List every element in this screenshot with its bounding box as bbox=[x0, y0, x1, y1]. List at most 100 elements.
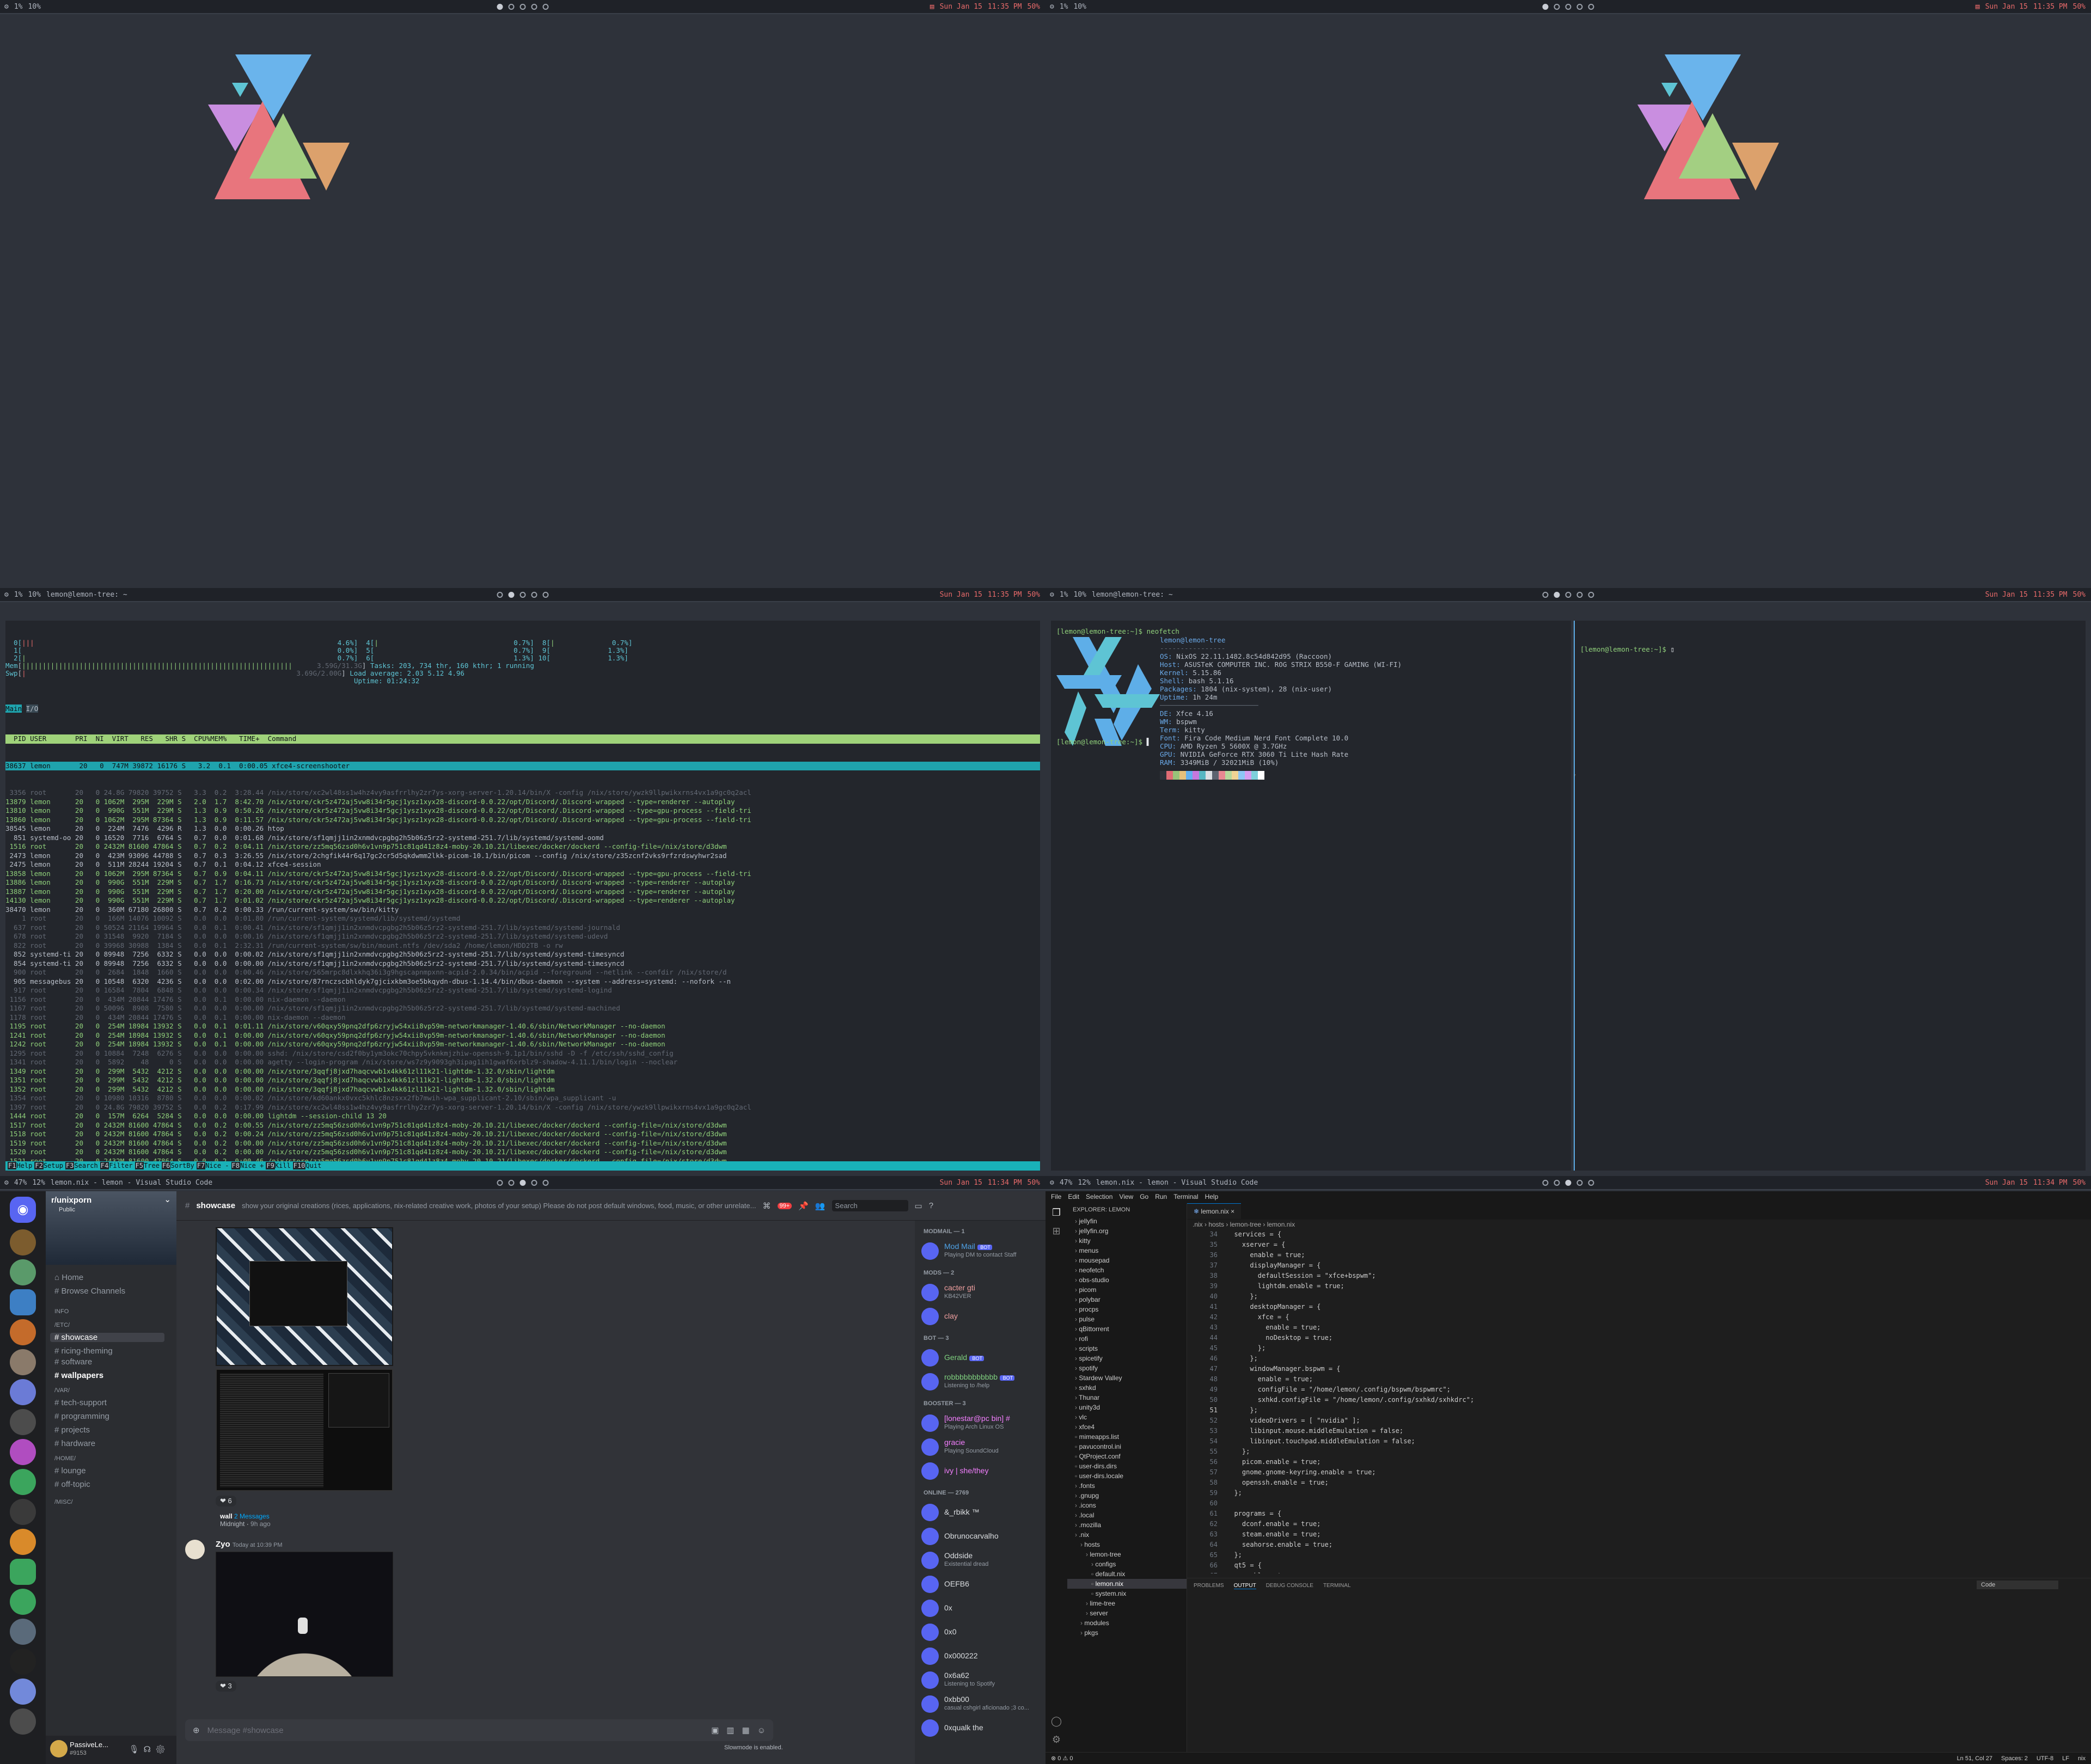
server-icon[interactable] bbox=[10, 1589, 36, 1615]
workspace-3[interactable] bbox=[519, 3, 526, 10]
process-row[interactable]: 678 root 20 0 31548 9920 7184 S 0.0 0.0 … bbox=[5, 932, 1040, 941]
code-line[interactable]: dconf.enable = true; bbox=[1226, 1520, 1321, 1528]
code-line[interactable]: }; bbox=[1226, 1293, 1257, 1300]
server-icon[interactable] bbox=[10, 1259, 36, 1285]
browse-channels[interactable]: # Browse Channels bbox=[54, 1287, 125, 1296]
home-link[interactable]: ⌂ Home bbox=[54, 1273, 83, 1282]
tree-item[interactable]: ▫ pavucontrol.ini bbox=[1067, 1442, 1187, 1451]
tree-item[interactable]: › pkgs bbox=[1067, 1628, 1187, 1638]
channel-programming[interactable]: # programming bbox=[54, 1412, 109, 1421]
code-line[interactable]: enable = true; bbox=[1226, 1324, 1320, 1331]
process-row[interactable]: 1397 root 20 0 24.8G 79820 39752 S 0.0 0… bbox=[5, 1103, 1040, 1112]
workspace-3[interactable] bbox=[519, 591, 526, 598]
process-row[interactable]: 1195 root 20 0 254M 18984 13932 S 0.0 0.… bbox=[5, 1022, 1040, 1031]
workspace-4[interactable] bbox=[1576, 3, 1583, 10]
server-banner[interactable]: r/unixporn Public ⌄ bbox=[46, 1191, 176, 1265]
process-row[interactable]: 13858 lemon 20 0 1062M 295M 87364 S 0.7 … bbox=[5, 869, 1040, 879]
fkey-tree[interactable]: F5Tree bbox=[134, 1161, 160, 1171]
tree-item[interactable]: › spotify bbox=[1067, 1363, 1187, 1373]
tree-item[interactable]: › picom bbox=[1067, 1285, 1187, 1295]
tree-item[interactable]: › lemon-tree bbox=[1067, 1549, 1187, 1559]
code-line[interactable]: libinput.touchpad.middleEmulation = fals… bbox=[1226, 1437, 1415, 1445]
code-line[interactable]: videoDrivers = [ "nvidia" ]; bbox=[1226, 1417, 1360, 1424]
workspace-2[interactable] bbox=[508, 591, 515, 598]
menu-help[interactable]: Help bbox=[1205, 1193, 1219, 1202]
menu-view[interactable]: View bbox=[1119, 1193, 1133, 1202]
fkey-setup[interactable]: F2Setup bbox=[34, 1161, 63, 1171]
menu-selection[interactable]: Selection bbox=[1086, 1193, 1112, 1202]
tree-item[interactable]: ▫ system.nix bbox=[1067, 1589, 1187, 1598]
workspace-5[interactable] bbox=[542, 3, 549, 10]
htop-window[interactable]: 0[||| 4.6%] 4[| 0.7%] 8[| 0.7%] 1[0.0%]… bbox=[5, 621, 1040, 1171]
channel-software[interactable]: # software bbox=[54, 1357, 92, 1367]
process-table-header[interactable]: PID USER PRI NI VIRT RES SHR S CPU%MEM% … bbox=[5, 734, 1040, 744]
reaction-heart[interactable]: ❤ 3 bbox=[216, 1681, 236, 1692]
process-row[interactable]: 1241 root 20 0 254M 18984 13932 S 0.0 0.… bbox=[5, 1031, 1040, 1040]
status-item[interactable]: Ln 51, Col 27 bbox=[1957, 1755, 1992, 1762]
channel-ricing-theming[interactable]: # ricing-theming bbox=[54, 1346, 113, 1356]
status-item[interactable]: Spaces: 2 bbox=[2001, 1755, 2028, 1762]
workspace-5[interactable] bbox=[1588, 1179, 1594, 1186]
menu-edit[interactable]: Edit bbox=[1068, 1193, 1079, 1202]
code-line[interactable]: qt5 = { bbox=[1226, 1561, 1262, 1569]
tree-item[interactable]: › unity3d bbox=[1067, 1402, 1187, 1412]
process-row[interactable]: 2475 lemon 20 0 511M 28244 19204 S 0.7 0… bbox=[5, 860, 1040, 869]
process-row[interactable]: 900 root 20 0 2684 1848 1660 S 0.0 0.0 0… bbox=[5, 968, 1040, 977]
problems-count[interactable]: ⊗ 0 ⚠ 0 bbox=[1051, 1755, 1073, 1762]
code-line[interactable]: openssh.enable = true; bbox=[1226, 1479, 1329, 1486]
fkey-search[interactable]: F3Search bbox=[65, 1161, 98, 1171]
tree-item[interactable]: › modules bbox=[1067, 1618, 1187, 1628]
code-line[interactable]: defaultSession = "xfce+bspwm"; bbox=[1226, 1272, 1376, 1279]
member-item[interactable]: 0x bbox=[921, 1597, 1041, 1619]
code-line[interactable]: }; bbox=[1226, 1344, 1265, 1352]
process-row[interactable]: 1242 root 20 0 254M 18984 13932 S 0.0 0.… bbox=[5, 1040, 1040, 1049]
process-row[interactable]: 13879 lemon 20 0 1062M 295M 229M S 2.0 1… bbox=[5, 798, 1040, 807]
chevron-down-icon[interactable]: ⌄ bbox=[164, 1195, 171, 1204]
process-row[interactable]: 1351 root 20 0 299M 5432 4212 S 0.0 0.0 … bbox=[5, 1076, 1040, 1085]
process-row[interactable]: 1295 root 20 0 10884 7248 6276 S 0.0 0.0… bbox=[5, 1049, 1040, 1058]
category-header[interactable]: /HOME/ bbox=[54, 1455, 76, 1462]
code-line[interactable]: desktopManager = { bbox=[1226, 1303, 1320, 1310]
avatar[interactable] bbox=[50, 1740, 68, 1757]
server-icon[interactable] bbox=[10, 1409, 36, 1435]
code-line[interactable]: noDesktop = true; bbox=[1226, 1334, 1332, 1342]
code-line[interactable]: libinput.mouse.middleEmulation = false; bbox=[1226, 1427, 1403, 1435]
process-row[interactable]: 1352 root 20 0 299M 5432 4212 S 0.0 0.0 … bbox=[5, 1085, 1040, 1094]
workspace-5[interactable] bbox=[542, 1179, 549, 1186]
workspace-4[interactable] bbox=[1576, 1179, 1583, 1186]
pin-icon[interactable]: 📌 bbox=[798, 1201, 809, 1211]
workspace-1[interactable] bbox=[1542, 591, 1549, 598]
message-input[interactable]: ⊕ Message #showcase ▣ ▥ ▦ ☺ bbox=[185, 1719, 773, 1741]
code-line[interactable]: enable = true; bbox=[1226, 1375, 1313, 1383]
gear-icon[interactable]: ⚙ bbox=[4, 1179, 9, 1187]
code-line[interactable]: sxhkd.configFile = "/home/lemon/.config/… bbox=[1226, 1396, 1474, 1404]
gif-icon[interactable]: ▥ bbox=[726, 1725, 734, 1735]
category-header[interactable]: /VAR/ bbox=[54, 1387, 70, 1394]
tree-item[interactable]: › pulse bbox=[1067, 1314, 1187, 1324]
process-row[interactable]: 1349 root 20 0 299M 5432 4212 S 0.0 0.0 … bbox=[5, 1067, 1040, 1076]
process-row[interactable]: 917 root 20 0 16584 7804 6848 S 0.0 0.0 … bbox=[5, 986, 1040, 995]
member-item[interactable]: cacter gti KB42VER bbox=[921, 1282, 1041, 1303]
member-item[interactable]: 0x6a62 Listening to Spotify bbox=[921, 1669, 1041, 1691]
code-line[interactable]: picom.enable = true; bbox=[1226, 1458, 1321, 1466]
workspace-5[interactable] bbox=[1588, 591, 1594, 598]
process-row[interactable]: 851 systemd-oo 20 0 16520 7716 6764 S 0.… bbox=[5, 834, 1040, 843]
menu-go[interactable]: Go bbox=[1140, 1193, 1148, 1202]
process-row[interactable]: 905 messagebus 20 0 10548 6320 4236 S 0.… bbox=[5, 977, 1040, 987]
status-item[interactable]: LF bbox=[2062, 1755, 2069, 1762]
member-item[interactable]: 0xqualk the bbox=[921, 1717, 1041, 1739]
server-icon[interactable] bbox=[10, 1439, 36, 1465]
tree-item[interactable]: › .nix bbox=[1067, 1530, 1187, 1540]
process-row[interactable]: 1354 root 20 0 10980 10316 8780 S 0.0 0.… bbox=[5, 1094, 1040, 1103]
member-item[interactable]: 0x0 bbox=[921, 1621, 1041, 1643]
code-line[interactable]: enable = true; bbox=[1226, 1572, 1297, 1573]
status-item[interactable]: nix bbox=[2078, 1755, 2086, 1762]
server-icon[interactable] bbox=[10, 1499, 36, 1525]
account-icon[interactable]: ◯ bbox=[1046, 1712, 1067, 1730]
server-icon[interactable] bbox=[10, 1529, 36, 1555]
workspace-2[interactable] bbox=[508, 1179, 515, 1186]
gear-icon[interactable]: ⚙ bbox=[4, 591, 9, 599]
workspace-5[interactable] bbox=[542, 591, 549, 598]
avatar[interactable] bbox=[185, 1540, 205, 1559]
workspace-3[interactable] bbox=[519, 1179, 526, 1186]
